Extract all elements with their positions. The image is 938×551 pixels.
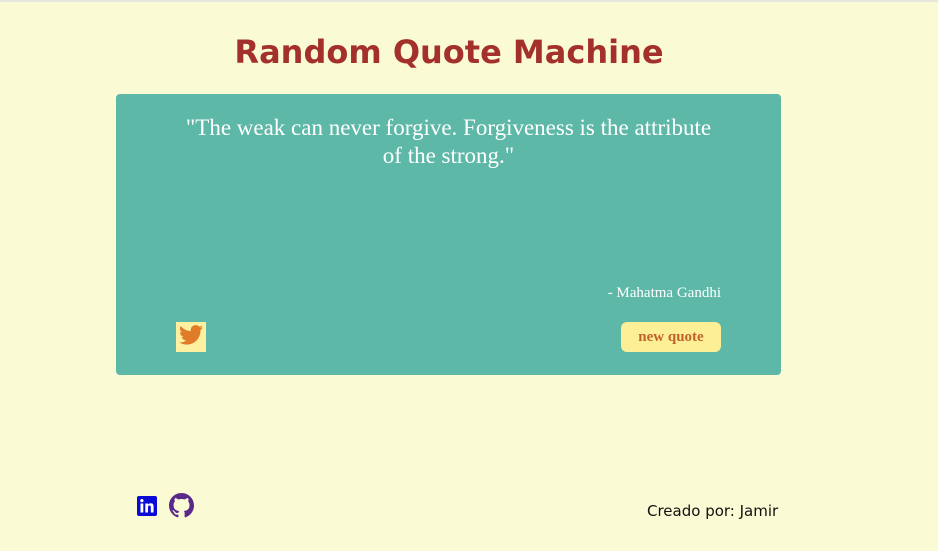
footer-social-links	[137, 493, 194, 522]
top-border	[0, 0, 938, 2]
author-credit: Creado por: Jamir	[647, 502, 779, 520]
twitter-icon	[179, 325, 203, 349]
linkedin-icon	[137, 495, 157, 520]
page-title: Random Quote Machine	[234, 33, 664, 71]
github-link[interactable]	[169, 493, 194, 522]
quote-text: "The weak can never forgive. Forgiveness…	[185, 115, 712, 168]
tweet-quote-button[interactable]	[176, 322, 206, 352]
quote-box: "The weak can never forgive. Forgiveness…	[116, 94, 781, 375]
quote-author: - Mahatma Gandhi	[607, 285, 721, 301]
linkedin-link[interactable]	[137, 495, 157, 520]
new-quote-button[interactable]: new quote	[621, 322, 721, 352]
github-icon	[169, 493, 194, 522]
